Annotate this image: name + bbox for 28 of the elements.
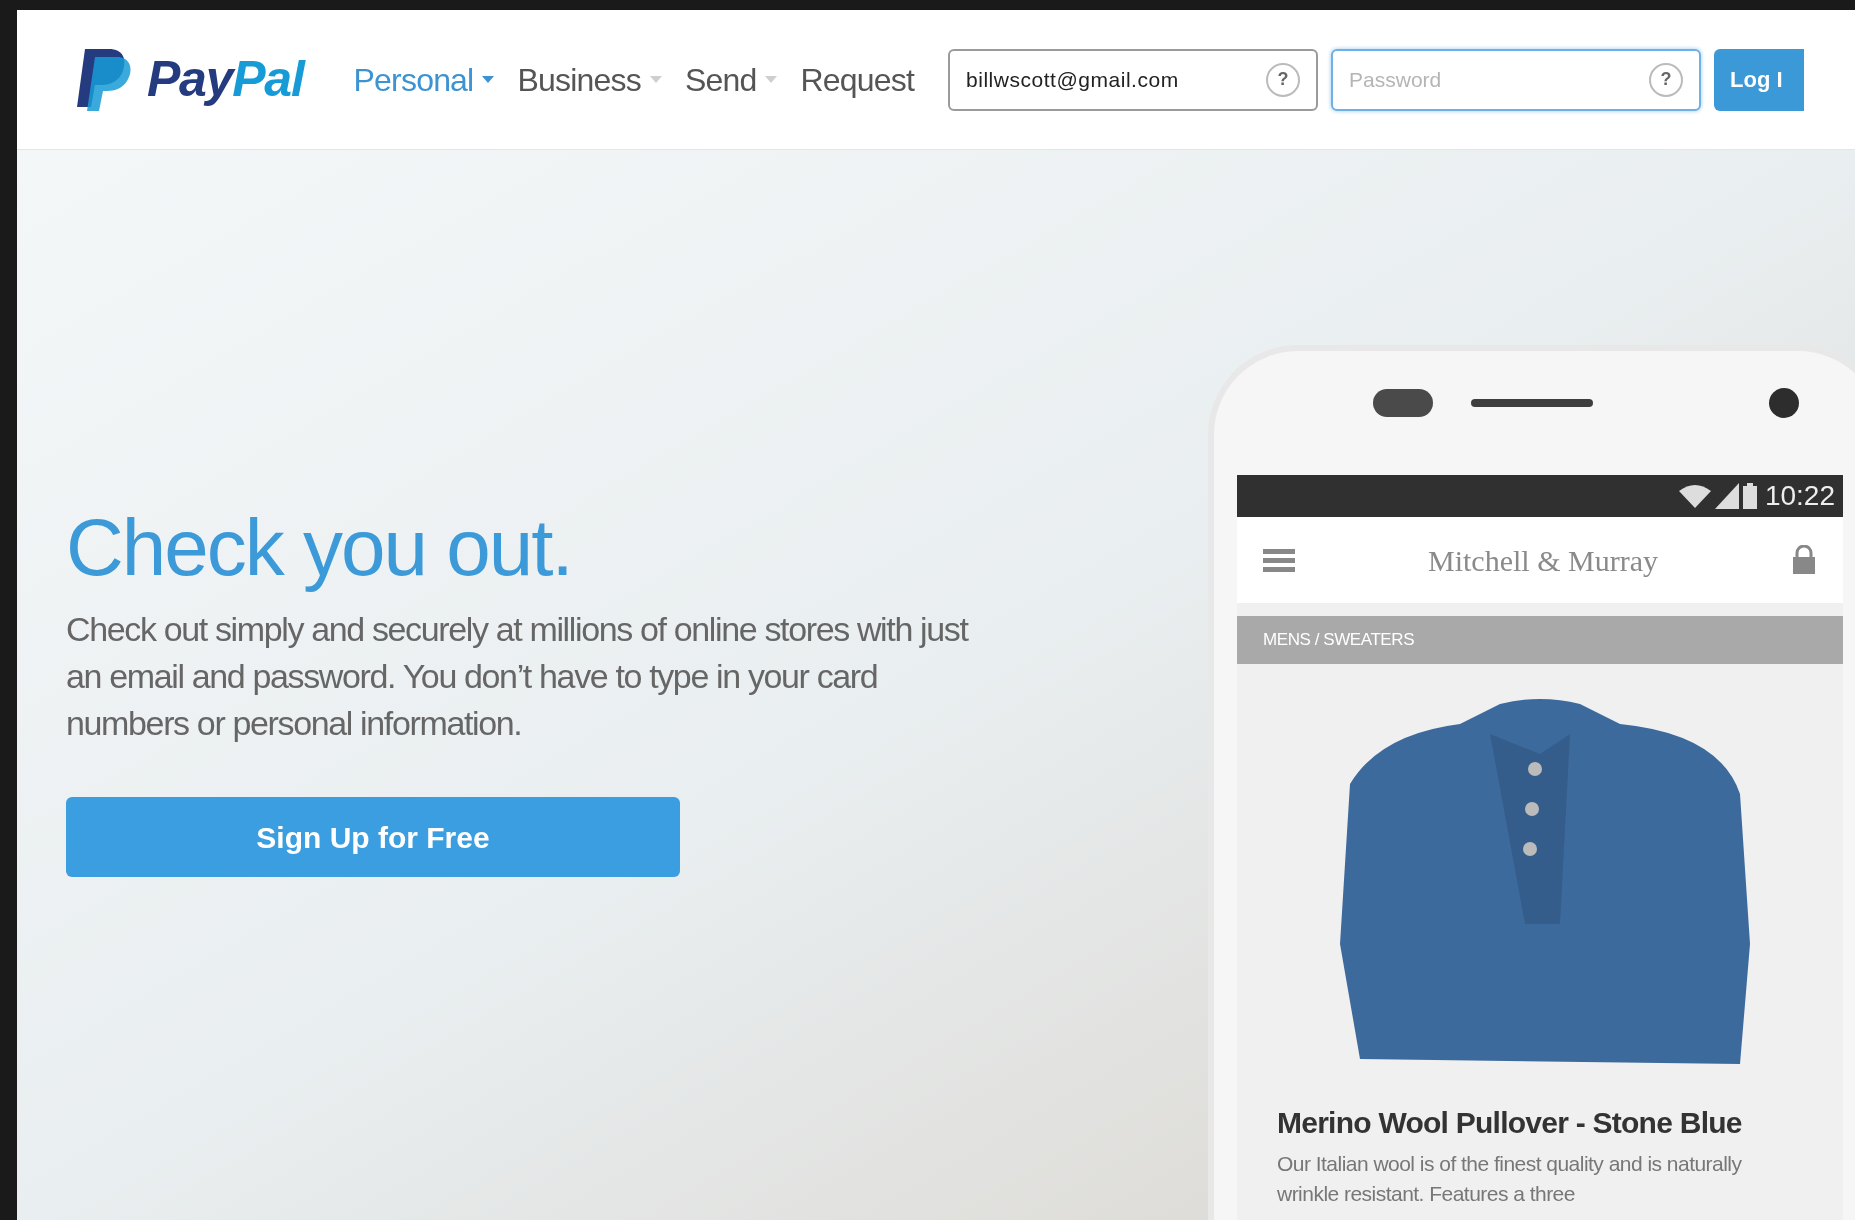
product-title: Merino Wool Pullover - Stone Blue bbox=[1277, 1105, 1743, 1141]
signup-button[interactable]: Sign Up for Free bbox=[66, 797, 680, 877]
camera-icon bbox=[1769, 388, 1799, 418]
nav-link[interactable]: Send bbox=[684, 55, 779, 104]
logo-text: PayPal bbox=[147, 50, 304, 109]
wifi-icon bbox=[1678, 483, 1711, 509]
signal-icon bbox=[1714, 483, 1739, 509]
lock-icon bbox=[1791, 545, 1817, 575]
caret-icon bbox=[481, 75, 496, 84]
nav-link[interactable]: Request bbox=[800, 55, 915, 104]
status-time: 10:22 bbox=[1764, 479, 1835, 513]
hero-text: Check out simply and securely at millions of online stores with just an email and password. You don’t have to type in your card numbers or personal information. bbox=[66, 609, 970, 744]
help-icon[interactable]: ? bbox=[1266, 62, 1301, 97]
nav-link[interactable]: Personal bbox=[353, 55, 496, 104]
menu-icon[interactable] bbox=[1263, 547, 1295, 573]
login-button[interactable]: Log I bbox=[1714, 48, 1805, 111]
store-name: Mitchell & Murray bbox=[1427, 542, 1659, 579]
product-description: Our Italian wool is of the finest quality and is naturally wrinkle resistant. Features a three bbox=[1277, 1151, 1742, 1207]
caret-icon bbox=[764, 75, 779, 84]
password-field[interactable]: Password ? bbox=[1331, 48, 1702, 111]
nav-link[interactable]: Business bbox=[517, 55, 663, 104]
sensor-icon bbox=[1373, 389, 1433, 417]
help-icon[interactable]: ? bbox=[1649, 62, 1684, 97]
email-field[interactable]: billwscott@gmail.com ? bbox=[948, 48, 1319, 111]
logo-icon bbox=[77, 46, 133, 113]
speaker-icon bbox=[1471, 399, 1593, 407]
battery-icon bbox=[1742, 483, 1757, 509]
caret-icon bbox=[648, 75, 663, 84]
